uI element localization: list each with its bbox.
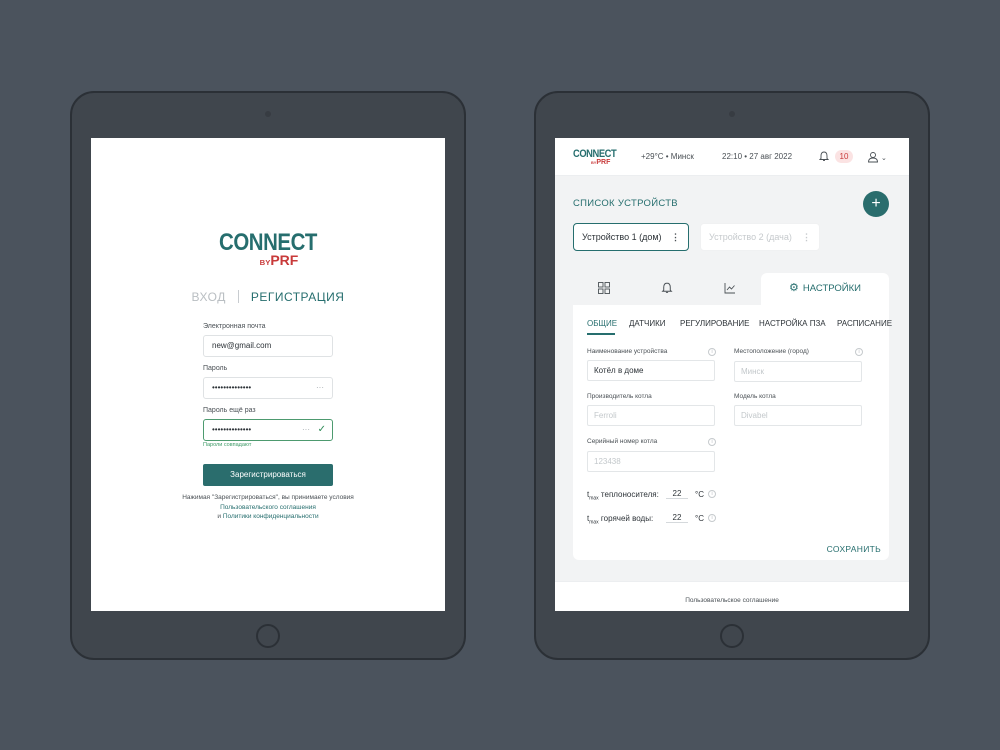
user-icon[interactable] (867, 151, 879, 163)
subtab-general[interactable]: ОБЩИЕ (587, 319, 617, 328)
tab-statistics[interactable] (703, 278, 757, 302)
user-agreement-link[interactable]: Пользовательское соглашение (685, 597, 779, 604)
auth-tabs: ВХОД РЕГИСТРАЦИЯ (91, 290, 445, 304)
logo-word: CONNECT (219, 229, 317, 256)
kebab-menu-icon[interactable]: ⋮ (802, 224, 811, 250)
camera-dot (729, 111, 735, 117)
active-subtab-underline (587, 333, 615, 335)
device-name-value: Котёл в доме (594, 366, 644, 375)
privacy-policy-link[interactable]: Политики конфиденциальности (223, 513, 319, 520)
password-label: Пароль (203, 365, 228, 372)
bell-icon[interactable] (819, 151, 829, 162)
manufacturer-field[interactable]: Ferroli (587, 405, 715, 426)
location-field[interactable]: Минск (734, 361, 862, 382)
chart-icon (724, 283, 735, 294)
subtab-regulation[interactable]: РЕГУЛИРОВАНИЕ (680, 319, 749, 328)
save-button[interactable]: СОХРАНИТЬ (827, 544, 881, 554)
unit-celsius: °C (695, 490, 704, 499)
location-label: Местоположение (город) (734, 348, 809, 355)
serial-field[interactable]: 123438 (587, 451, 715, 472)
password-match-hint: Пароли совпадают (203, 442, 252, 448)
tab-login[interactable]: ВХОД (192, 290, 226, 304)
kebab-menu-icon[interactable]: ⋮ (671, 224, 680, 250)
subtab-schedule[interactable]: РАСПИСАНИЕ (837, 319, 892, 328)
password-repeat-label: Пароль ещё раз (203, 407, 256, 414)
check-icon: ✓ (317, 424, 326, 435)
tab-dashboard[interactable] (577, 278, 631, 302)
tab-settings[interactable]: ⚙ НАСТРОЙКИ (761, 273, 889, 306)
subtab-sensors[interactable]: ДАТЧИКИ (629, 319, 666, 328)
info-icon[interactable]: i (855, 348, 863, 356)
device-tab-2[interactable]: Устройство 2 (дача) ⋮ (700, 223, 820, 251)
logo-brand: BYPRF (259, 252, 299, 268)
dashboard-icon (598, 282, 610, 294)
manufacturer-placeholder: Ferroli (594, 411, 617, 420)
home-button[interactable] (720, 624, 744, 648)
terms-and: и (217, 513, 222, 520)
password-field[interactable]: •••••••••••••• ··· (203, 377, 333, 399)
add-device-button[interactable]: + (863, 191, 889, 217)
notification-badge: 10 (835, 150, 853, 163)
subtab-pza[interactable]: НАСТРОЙКА ПЗА (759, 319, 826, 328)
devices-title: СПИСОК УСТРОЙСТВ (573, 198, 678, 209)
registration-screen: CONNECT BYPRF ВХОД РЕГИСТРАЦИЯ Электронна… (91, 138, 445, 611)
logo-word: CONNECT (573, 148, 617, 160)
tmax-coolant-input[interactable]: 22 (666, 489, 688, 499)
tab-register[interactable]: РЕГИСТРАЦИЯ (251, 290, 345, 304)
manufacturer-label: Производитель котла (587, 393, 652, 400)
model-label: Модель котла (734, 393, 776, 400)
device-tab-label: Устройство 1 (дом) (582, 232, 662, 242)
terms-prefix: Нажимая "Зарегистрироваться", вы принима… (182, 494, 354, 501)
brand-logo[interactable]: CONNECT BYPRF (573, 148, 624, 167)
tmax-water-input[interactable]: 22 (666, 513, 688, 523)
register-button[interactable]: Зарегистрироваться (203, 464, 333, 486)
device-tab-label: Устройство 2 (дача) (709, 232, 792, 242)
tmax-water-label: tmax горячей воды: (587, 514, 654, 526)
password-repeat-value: •••••••••••••• (212, 425, 252, 434)
show-password-icon[interactable]: ··· (302, 420, 310, 440)
serial-label: Серийный номер котла (587, 438, 658, 445)
brand-logo: CONNECT BYPRF (91, 229, 445, 269)
password-value: •••••••••••••• (212, 383, 252, 392)
model-placeholder: Divabel (741, 411, 768, 420)
tab-notifications[interactable] (640, 278, 694, 302)
top-bar: CONNECT BYPRF +29°C • Минск 22:10 • 27 а… (555, 138, 909, 176)
camera-dot (265, 111, 271, 117)
tmax-coolant-label: tmax теплоносителя: (587, 490, 659, 502)
password-repeat-field[interactable]: •••••••••••••• ··· ✓ (203, 419, 333, 441)
tab-divider (237, 290, 239, 303)
device-tab-1[interactable]: Устройство 1 (дом) ⋮ (573, 223, 689, 251)
tab-settings-label: НАСТРОЙКИ (802, 283, 861, 294)
weather-status: +29°C • Минск (641, 152, 694, 161)
home-button[interactable] (256, 624, 280, 648)
location-placeholder: Минск (741, 367, 765, 376)
device-settings-screen: CONNECT BYPRF +29°C • Минск 22:10 • 27 а… (555, 138, 909, 611)
model-field[interactable]: Divabel (734, 405, 862, 426)
info-icon[interactable]: i (708, 348, 716, 356)
logo-brand: BYPRF (591, 159, 611, 166)
user-agreement-link[interactable]: Пользовательского соглашения (220, 504, 316, 511)
device-name-label: Наименование устройства (587, 348, 668, 355)
email-label: Электронная почта (203, 323, 266, 330)
terms-text: Нажимая "Зарегистрироваться", вы принима… (177, 493, 359, 522)
email-value: new@gmail.com (212, 341, 272, 350)
info-icon[interactable]: i (708, 514, 716, 522)
show-password-icon[interactable]: ··· (316, 378, 324, 398)
bell-icon (661, 282, 673, 293)
gear-icon: ⚙ (789, 282, 799, 294)
email-field[interactable]: new@gmail.com (203, 335, 333, 357)
device-name-field[interactable]: Котёл в доме (587, 360, 715, 381)
footer: Пользовательское соглашение (555, 581, 909, 611)
unit-celsius: °C (695, 514, 704, 523)
date-time: 22:10 • 27 авг 2022 (722, 152, 793, 161)
info-icon[interactable]: i (708, 490, 716, 498)
serial-placeholder: 123438 (594, 457, 621, 466)
chevron-down-icon[interactable]: ⌄ (881, 154, 887, 162)
info-icon[interactable]: i (708, 438, 716, 446)
settings-panel: ОБЩИЕ ДАТЧИКИ РЕГУЛИРОВАНИЕ НАСТРОЙКА ПЗ… (573, 305, 892, 560)
